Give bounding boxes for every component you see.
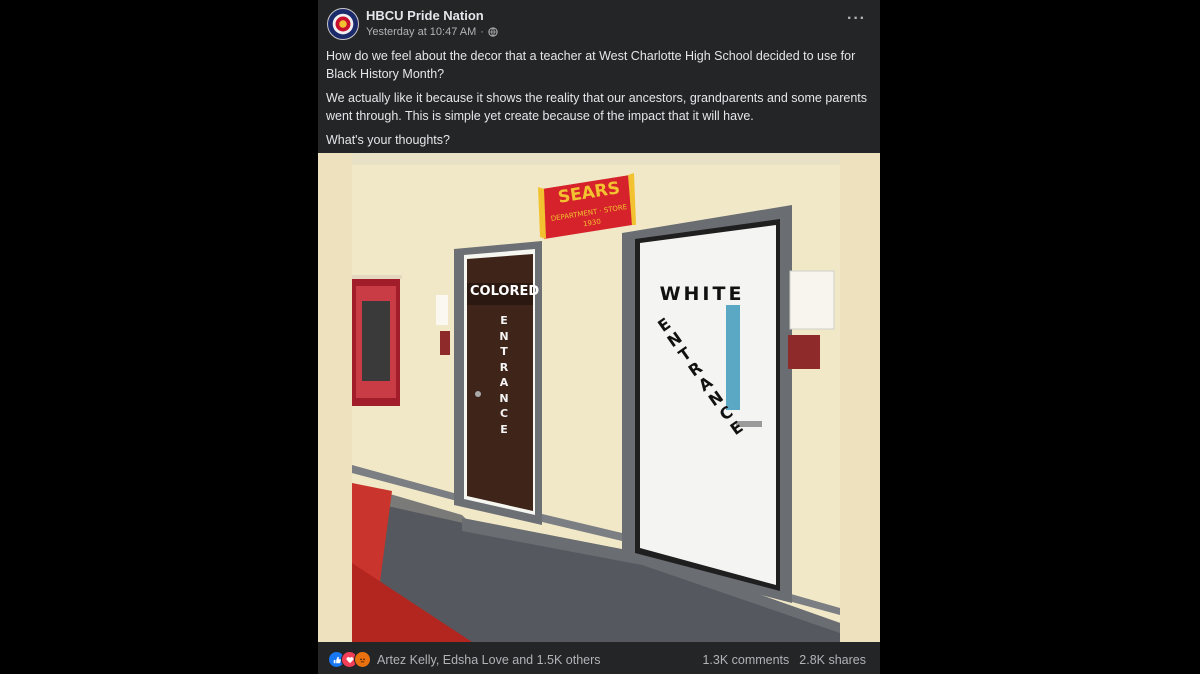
white-door-label: WHITE bbox=[659, 283, 745, 305]
hallway-scene: SEARS DEPARTMENT · STORE 1930 COLORED EN… bbox=[352, 153, 840, 642]
seal-icon bbox=[328, 9, 358, 39]
post-text: How do we feel about the decor that a te… bbox=[326, 48, 871, 157]
angry-icon bbox=[354, 651, 371, 668]
page-avatar[interactable] bbox=[327, 8, 359, 40]
globe-icon bbox=[488, 27, 498, 37]
post-footer: Artez Kelly, Edsha Love and 1.5K others … bbox=[318, 642, 880, 674]
post-photo[interactable]: SEARS DEPARTMENT · STORE 1930 COLORED EN… bbox=[318, 153, 880, 642]
shares-count-link[interactable]: 2.8K shares bbox=[799, 653, 866, 667]
more-options-button[interactable]: ··· bbox=[847, 10, 866, 28]
page-name-link[interactable]: HBCU Pride Nation bbox=[366, 8, 484, 23]
engagement-counts: 1.3K comments 2.8K shares bbox=[702, 653, 866, 667]
colored-door-vertical: ENTRANCE bbox=[499, 314, 509, 436]
meta-separator: · bbox=[480, 26, 484, 38]
post-paragraph: How do we feel about the decor that a te… bbox=[326, 49, 856, 81]
reaction-icons[interactable] bbox=[328, 651, 371, 668]
colored-door-label: COLORED bbox=[470, 284, 540, 299]
post-paragraph: What's your thoughts? bbox=[326, 133, 450, 147]
photo-border-right bbox=[840, 153, 880, 642]
post-header: HBCU Pride Nation Yesterday at 10:47 AM … bbox=[318, 0, 880, 44]
reaction-names-link[interactable]: Artez Kelly, Edsha Love and 1.5K others bbox=[377, 653, 601, 667]
comments-count-link[interactable]: 1.3K comments bbox=[702, 653, 789, 667]
photo-border-left bbox=[318, 153, 352, 642]
post-timestamp[interactable]: Yesterday at 10:47 AM bbox=[366, 26, 476, 38]
post-meta: Yesterday at 10:47 AM · bbox=[366, 26, 498, 38]
facebook-post: HBCU Pride Nation Yesterday at 10:47 AM … bbox=[318, 0, 880, 674]
post-paragraph: We actually like it because it shows the… bbox=[326, 91, 868, 123]
